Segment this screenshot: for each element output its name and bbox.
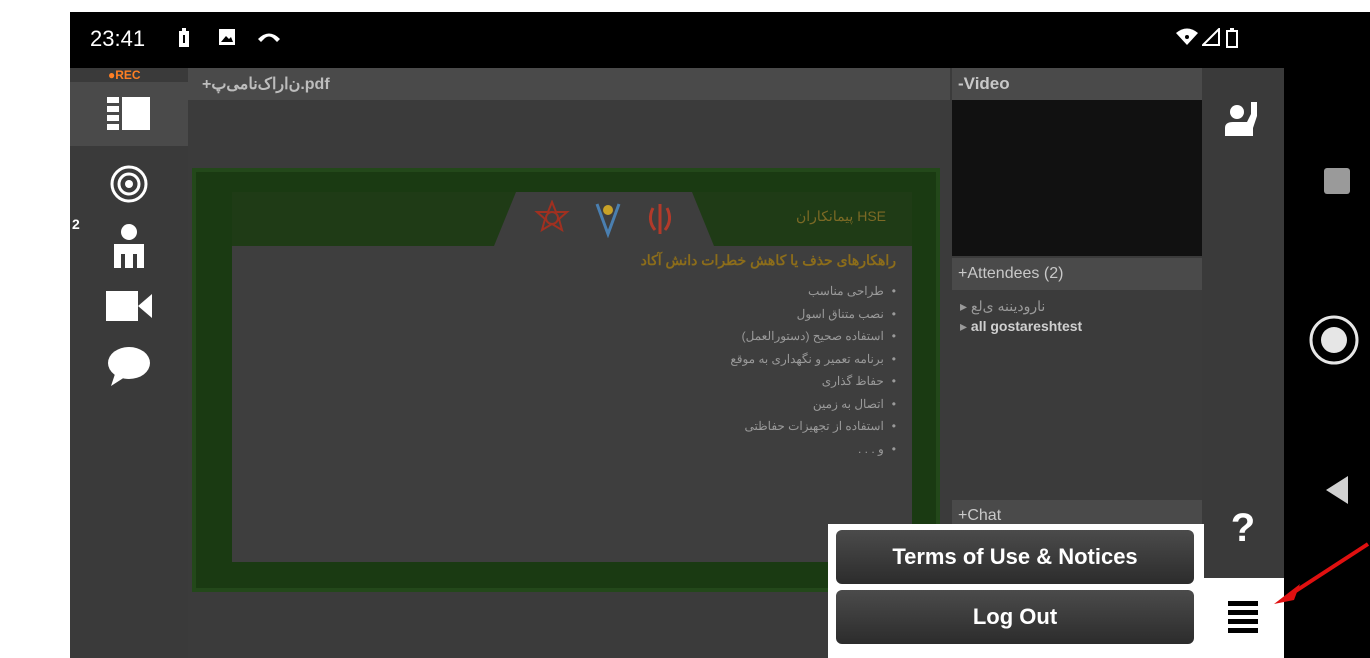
slide-bullet: برنامه تعمیر و نگهداری به موقع xyxy=(730,348,896,371)
video-panel-title[interactable]: -Video xyxy=(952,68,1202,100)
slide-bullet: و . . . xyxy=(730,438,896,461)
attendees-button[interactable] xyxy=(70,214,188,278)
popup-menu: Terms of Use & Notices Log Out xyxy=(828,524,1204,658)
call-icon xyxy=(256,28,282,49)
document-tab[interactable]: +ن‌اراک‌نامی‌پ.pdf xyxy=(188,68,950,100)
attendees-count: (2) xyxy=(1043,265,1064,282)
slide-logos xyxy=(494,192,714,246)
annotation-arrow xyxy=(1270,540,1370,615)
chat-button[interactable] xyxy=(70,334,188,398)
slide-header-title: HSE پیمانکاران xyxy=(796,208,886,224)
target-icon xyxy=(110,165,148,203)
home-button[interactable] xyxy=(1308,314,1360,371)
back-button[interactable] xyxy=(1326,476,1348,509)
raise-hand-icon xyxy=(1225,102,1257,136)
wifi-icon xyxy=(1176,28,1198,51)
chat-bubble-icon xyxy=(108,347,150,386)
recents-button[interactable] xyxy=(1324,168,1350,199)
attendee-name: نارودیننه ی‌لع xyxy=(970,298,1046,314)
star-emblem-icon xyxy=(534,200,570,233)
slide-bullet: طراحی مناسب xyxy=(730,280,896,303)
battery-saver-icon xyxy=(178,28,190,53)
recents-icon xyxy=(1324,168,1350,194)
signal-icon xyxy=(1200,26,1220,51)
image-icon xyxy=(218,28,236,51)
layout-icon xyxy=(107,97,150,130)
left-toolbar: ●REC 2 xyxy=(70,68,188,658)
slide-bullet: استفاده صحیح (دستورالعمل) xyxy=(730,325,896,348)
slide-header: HSE پیمانکاران xyxy=(232,192,912,246)
slide-bullet: حفاظ گذاری xyxy=(730,370,896,393)
slide-heading: راهکارهای حذف یا کاهش خطرات دانش آکاد xyxy=(640,252,896,268)
ministry-logo-icon xyxy=(595,203,621,238)
status-bar: 23:41 xyxy=(70,12,1290,68)
slide-bullet: اتصال به زمین xyxy=(730,393,896,416)
battery-icon xyxy=(1226,28,1238,53)
log-out-button[interactable]: Log Out xyxy=(836,590,1194,644)
video-area xyxy=(952,100,1202,256)
slide-body: راهکارهای حذف یا کاهش خطرات دانش آکاد طر… xyxy=(232,246,912,562)
attendee-item[interactable]: ▸ all gostareshtest xyxy=(960,316,1194,336)
status-time: 23:41 xyxy=(90,26,146,51)
slide-bullet: نصب متناق اسول xyxy=(730,303,896,326)
layout-button[interactable] xyxy=(70,82,188,146)
camera-icon xyxy=(106,291,152,321)
attendee-item[interactable]: ▸ نارودیننه ی‌لع xyxy=(960,296,1194,316)
attendees-title-label: +Attendees xyxy=(958,265,1040,282)
red-arrow-icon xyxy=(1274,542,1370,604)
attendee-name: all gostareshtest xyxy=(970,318,1083,334)
raise-hand-button[interactable] xyxy=(1202,88,1284,148)
camera-button[interactable] xyxy=(70,274,188,338)
rec-indicator: ●REC xyxy=(108,68,141,82)
attendees-icon xyxy=(114,224,144,268)
attendees-list: ▸ نارودیننه ی‌لع ▸ all gostareshtest xyxy=(952,290,1202,490)
hamburger-menu-icon xyxy=(1228,601,1258,633)
iran-emblem-icon xyxy=(648,204,672,234)
slide-bullet-list: طراحی مناسب نصب متناق اسول استفاده صحیح … xyxy=(730,280,896,460)
terms-of-use-button[interactable]: Terms of Use & Notices xyxy=(836,530,1194,584)
back-icon xyxy=(1326,476,1348,504)
target-button[interactable] xyxy=(70,152,188,216)
slide-bullet: استفاده از تجهیزات حفاظتی xyxy=(730,415,896,438)
attendees-panel-title[interactable]: +Attendees (2) xyxy=(952,258,1202,290)
home-icon xyxy=(1309,315,1359,365)
